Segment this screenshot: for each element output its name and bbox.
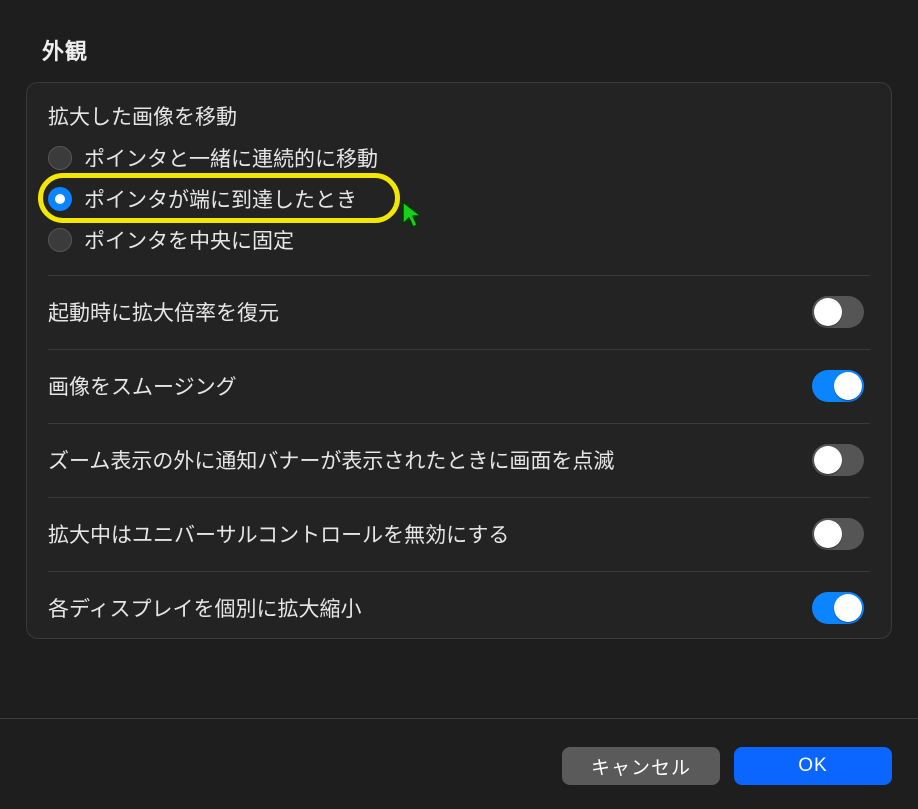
divider [48,275,870,276]
toggle-label: 画像をスムージング [48,371,257,401]
toggle-switch[interactable] [812,592,864,624]
toggle-disable-universal-control: 拡大中はユニバーサルコントロールを無効にする [48,504,870,564]
toggle-label: 拡大中はユニバーサルコントロールを無効にする [48,519,529,549]
divider [48,571,870,572]
toggle-smooth-images: 画像をスムージング [48,356,870,416]
cancel-button[interactable]: キャンセル [562,747,720,785]
radio-icon [48,146,72,170]
footer-divider [0,718,918,719]
radio-icon [48,187,72,211]
toggle-zoom-each-display: 各ディスプレイを個別に拡大縮小 [48,578,870,638]
toggle-label: ズーム表示の外に通知バナーが表示されたときに画面を点滅 [48,445,634,475]
radio-move-continuously[interactable]: ポインタと一緒に連続的に移動 [48,141,378,175]
preferences-sheet: { "section_title": "外観", "radio_group": … [0,0,918,809]
toggle-switch[interactable] [812,444,864,476]
section-title: 外観 [42,34,88,66]
divider [48,349,870,350]
toggle-label: 各ディスプレイを個別に拡大縮小 [48,593,382,623]
toggle-switch[interactable] [812,296,864,328]
toggle-flash-on-banner: ズーム表示の外に通知バナーが表示されたときに画面を点滅 [48,430,870,490]
toggle-switch[interactable] [812,518,864,550]
radio-label: ポインタを中央に固定 [84,225,294,255]
divider [48,423,870,424]
radio-keep-centered[interactable]: ポインタを中央に固定 [48,223,294,257]
radio-label: ポインタと一緒に連続的に移動 [84,143,378,173]
radio-group-label: 拡大した画像を移動 [48,101,237,131]
toggle-label: 起動時に拡大倍率を復元 [48,297,299,327]
radio-label: ポインタが端に到達したとき [84,184,357,214]
radio-icon [48,228,72,252]
toggle-switch[interactable] [812,370,864,402]
toggle-restore-zoom-on-startup: 起動時に拡大倍率を復元 [48,282,870,342]
ok-button[interactable]: OK [734,747,892,785]
divider [48,497,870,498]
radio-move-at-edge[interactable]: ポインタが端に到達したとき [48,182,357,216]
